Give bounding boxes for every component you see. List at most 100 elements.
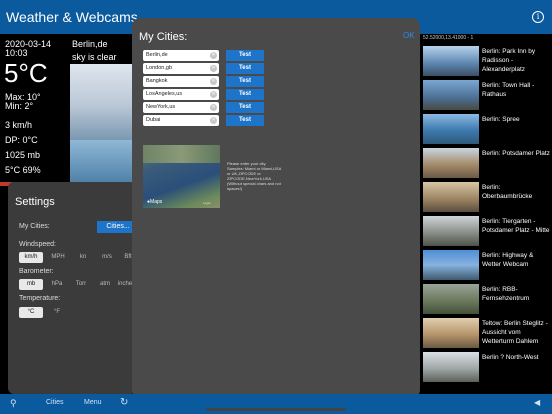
webcam-item[interactable]: Berlin ? North-West <box>420 350 552 384</box>
temperature-label: Temperature: <box>19 295 61 302</box>
webcam-thumbnail <box>423 148 479 178</box>
webcam-label: Berlin: RBB-Fernsehzentrum <box>482 286 530 302</box>
windspeed-label: Windspeed: <box>19 241 56 248</box>
windspeed-ms[interactable]: m/s <box>96 252 118 263</box>
clear-icon[interactable]: ✕ <box>210 91 217 98</box>
barometer-torr[interactable]: Torr <box>70 279 92 290</box>
home-indicator <box>206 408 346 411</box>
weather-time: 10:03 <box>5 48 28 58</box>
settings-panel: Settings My Cities: Cities... Windspeed:… <box>8 182 139 394</box>
city-input-value: Bangkok <box>146 78 168 84</box>
windspeed-kn[interactable]: kn <box>72 252 94 263</box>
webcam-item[interactable]: Berlin: Potsdamer Platz <box>420 146 552 180</box>
webcam-label: Berlin: Tiergarten - Potsdamer Platz - M… <box>482 218 550 234</box>
menu-tab[interactable]: Menu <box>84 399 102 406</box>
location-name: Berlin,de <box>72 39 108 49</box>
city-input-value: Berlin,de <box>146 52 168 58</box>
city-map[interactable]: ●Maps Legal <box>143 145 220 208</box>
back-arrow-icon[interactable]: ◀ <box>534 398 540 407</box>
clear-icon[interactable]: ✕ <box>210 78 217 85</box>
webcam-thumbnail <box>423 250 479 280</box>
location-icon[interactable]: ⚲ <box>10 398 17 409</box>
modal-title: My Cities: <box>139 31 188 43</box>
webcam-item[interactable]: Berlin: RBB-Fernsehzentrum <box>420 282 552 316</box>
webcam-item[interactable]: Berlin: Oberbaumbrücke <box>420 180 552 214</box>
city-input[interactable]: NewYork,us ✕ <box>143 102 219 113</box>
maps-logo-text: Maps <box>150 199 163 205</box>
webcam-item[interactable]: Berlin: Spree <box>420 112 552 146</box>
webcam-thumbnail <box>423 318 479 348</box>
refresh-icon[interactable]: ↻ <box>120 397 128 408</box>
test-button[interactable]: Test <box>226 63 264 74</box>
webcam-label: Berlin: Spree <box>482 116 520 123</box>
city-input[interactable]: Bangkok ✕ <box>143 76 219 87</box>
min-temperature: Min: 2° <box>5 101 34 111</box>
info-icon[interactable]: i <box>532 11 544 23</box>
current-temperature: 5°C <box>4 58 48 88</box>
clear-icon[interactable]: ✕ <box>210 104 217 111</box>
webcam-item[interactable]: Berlin: Tiergarten - Potsdamer Platz - M… <box>420 214 552 248</box>
webcam-label: Berlin: Potsdamer Platz <box>482 150 550 157</box>
ok-button[interactable]: OK <box>403 31 415 40</box>
barometer-hpa[interactable]: hPa <box>46 279 68 290</box>
city-help-text: Please enter your city. Samples: Miami o… <box>227 161 282 191</box>
webcam-label: Berlin: Town Hall - Rathaus <box>482 82 535 98</box>
webcam-label: Berlin: Oberbaumbrücke <box>482 184 533 200</box>
webcam-thumbnail <box>423 216 479 246</box>
barometer-atm[interactable]: atm <box>94 279 116 290</box>
clear-icon[interactable]: ✕ <box>210 65 217 72</box>
webcam-thumbnail <box>423 80 479 110</box>
webcam-label: Teltow: Berlin Steglitz - Aussicht vom W… <box>482 320 548 345</box>
map-legal-link[interactable]: Legal <box>203 201 210 205</box>
cities-tab[interactable]: Cities <box>46 399 64 406</box>
weather-location: Berlin,de sky is clear <box>72 38 117 64</box>
webcam-thumbnail <box>423 284 479 314</box>
sky-condition: sky is clear <box>72 52 117 62</box>
city-input[interactable]: LosAngeles,us ✕ <box>143 89 219 100</box>
temperature-celsius[interactable]: °C <box>19 307 43 318</box>
bottom-bar: ⚲ Cities Menu ↻ ◀ <box>0 394 552 414</box>
webcam-item[interactable]: Berlin: Town Hall - Rathaus <box>420 78 552 112</box>
weather-panel: 2020-03-14 10:03 5°C Max: 10° Min: 2° 3 … <box>0 34 68 194</box>
maps-logo: ●Maps <box>147 199 162 205</box>
city-input[interactable]: Berlin,de ✕ <box>143 50 219 61</box>
webcam-list: 52.52000,13.41000 - 1 Berlin: Park Inn b… <box>420 34 552 394</box>
temperature-fahrenheit[interactable]: °F <box>46 307 68 318</box>
webcam-item[interactable]: Teltow: Berlin Steglitz - Aussicht vom W… <box>420 316 552 350</box>
my-cities-label: My Cities: <box>19 223 50 230</box>
barometer-mb[interactable]: mb <box>19 279 43 290</box>
webcam-item[interactable]: Berlin: Highway & Wetter Webcam <box>420 248 552 282</box>
test-button[interactable]: Test <box>226 89 264 100</box>
webcam-thumbnail <box>423 352 479 382</box>
windspeed-mph[interactable]: MPH <box>46 252 70 263</box>
settings-title: Settings <box>15 196 55 208</box>
test-button[interactable]: Test <box>226 102 264 113</box>
webcam-coordinates: 52.52000,13.41000 - 1 <box>423 35 474 41</box>
pressure: 1025 mb <box>5 150 41 160</box>
webcam-thumbnail <box>423 114 479 144</box>
cities-modal: My Cities: OK Berlin,de ✕ Test London,gb… <box>132 18 420 398</box>
test-button[interactable]: Test <box>226 115 264 126</box>
city-input-value: Dubai <box>146 117 161 123</box>
app-title: Weather & Webcams <box>6 9 138 25</box>
weather-webcam-image-lower <box>70 140 132 184</box>
humidity: 5°C 69% <box>5 165 41 175</box>
clear-icon[interactable]: ✕ <box>210 52 217 59</box>
test-button[interactable]: Test <box>226 76 264 87</box>
webcam-item[interactable]: Berlin: Park Inn by Radisson - Alexander… <box>420 44 552 78</box>
webcam-label: Berlin: Highway & Wetter Webcam <box>482 252 534 268</box>
city-input[interactable]: London,gb ✕ <box>143 63 219 74</box>
barometer-label: Barometer: <box>19 268 54 275</box>
city-input-value: London,gb <box>146 65 172 71</box>
dew-point: DP: 0°C <box>5 135 38 145</box>
clear-icon[interactable]: ✕ <box>210 117 217 124</box>
webcam-thumbnail <box>423 182 479 212</box>
city-input[interactable]: Dubai ✕ <box>143 115 219 126</box>
test-button[interactable]: Test <box>226 50 264 61</box>
webcam-label: Berlin ? North-West <box>482 354 539 361</box>
city-input-value: NewYork,us <box>146 104 176 110</box>
wind-speed: 3 km/h <box>5 120 33 130</box>
windspeed-kmh[interactable]: km/h <box>19 252 43 263</box>
city-input-value: LosAngeles,us <box>146 91 183 97</box>
map-land <box>143 145 220 163</box>
